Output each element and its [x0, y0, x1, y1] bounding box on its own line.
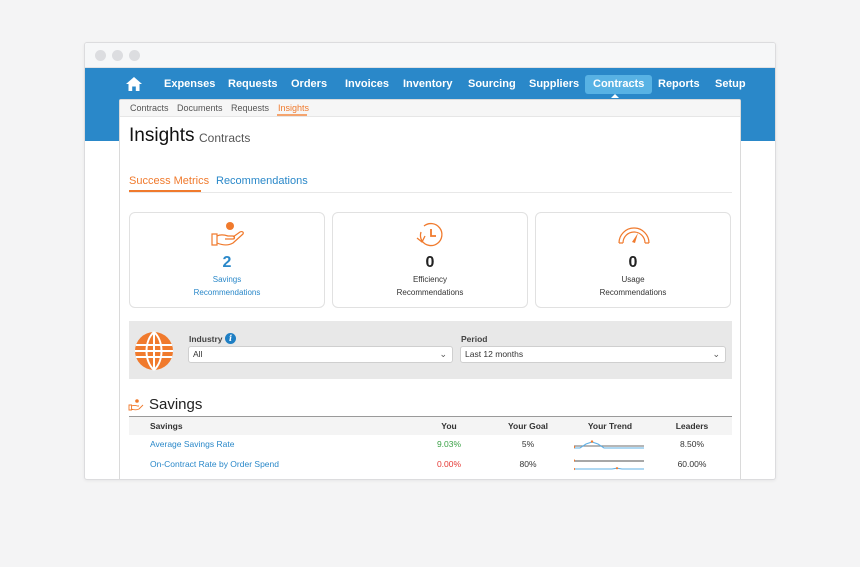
column-header-you: You [441, 421, 457, 431]
trend-line [574, 467, 644, 470]
metric-label: Recommendations [193, 288, 261, 297]
metric-card-savings[interactable]: 2 Savings Recommendations [129, 212, 325, 308]
tab-success-metrics[interactable]: Success Metrics [129, 175, 209, 187]
table-row: On-Contract Rate by Order Spend 0.00% 80… [129, 455, 732, 475]
info-icon[interactable]: i [225, 333, 236, 344]
gauge-icon [618, 227, 650, 244]
filter-bar: Industry i All ⌄ Period Last 12 months ⌄ [129, 321, 732, 379]
trend-sparkline [574, 440, 644, 449]
window-minimize-dot[interactable] [112, 50, 123, 61]
sub-nav: Contracts Documents Requests Insights [120, 100, 740, 117]
clock-refresh-icon [416, 222, 443, 247]
metric-value: 0 [628, 254, 638, 271]
metric-label: Efficiency [412, 275, 448, 284]
active-nav-caret [611, 94, 619, 98]
globe-icon [135, 331, 173, 371]
metric-label: Recommendations [396, 288, 464, 297]
column-header-trend: Your Trend [587, 421, 633, 431]
table-row: Average Savings Rate 9.03% 5% 8.50% [129, 435, 732, 455]
hand-coin-icon [128, 399, 144, 411]
metric-link-on-contract-rate[interactable]: On-Contract Rate by Order Spend [150, 459, 279, 469]
subnav-item-contracts[interactable]: Contracts [130, 103, 169, 113]
nav-item-sourcing[interactable]: Sourcing [460, 75, 524, 94]
metric-label: Recommendations [599, 288, 667, 297]
subnav-item-insights[interactable]: Insights [278, 103, 309, 113]
metric-card-efficiency[interactable]: 0 Efficiency Recommendations [332, 212, 528, 308]
chevron-down-icon: ⌄ [712, 349, 720, 359]
nav-item-requests[interactable]: Requests [220, 75, 286, 94]
period-select[interactable]: Last 12 months ⌄ [460, 346, 726, 363]
active-tab-underline [129, 190, 201, 192]
chevron-down-icon: ⌄ [439, 349, 447, 359]
you-value: 0.00% [436, 459, 462, 469]
column-header-leaders: Leaders [675, 421, 709, 431]
subnav-active-underline [277, 114, 307, 116]
goal-value: 80% [519, 459, 537, 469]
nav-item-orders[interactable]: Orders [283, 75, 335, 94]
nav-item-reports[interactable]: Reports [650, 75, 708, 94]
window-close-dot[interactable] [95, 50, 106, 61]
main-nav: Expenses Requests Orders Invoices Invent… [85, 68, 775, 100]
period-label: Period [461, 334, 488, 344]
window-maximize-dot[interactable] [129, 50, 140, 61]
period-select-value: Last 12 months [465, 349, 524, 359]
tab-recommendations[interactable]: Recommendations [216, 175, 308, 187]
nav-item-contracts[interactable]: Contracts [585, 75, 653, 94]
section-title: Savings [149, 396, 203, 413]
trend-peak-point [590, 440, 594, 443]
page-subtitle: Contracts [199, 131, 251, 145]
metric-link-average-savings-rate[interactable]: Average Savings Rate [150, 439, 234, 449]
nav-item-inventory[interactable]: Inventory [395, 75, 461, 94]
nav-item-suppliers[interactable]: Suppliers [521, 75, 587, 94]
browser-window: Expenses Requests Orders Invoices Invent… [84, 42, 776, 480]
column-header-goal: Your Goal [508, 421, 548, 431]
home-icon[interactable] [126, 77, 142, 91]
content-panel: Contracts Documents Requests Insights In… [119, 99, 741, 479]
window-titlebar [85, 43, 775, 68]
industry-select[interactable]: All ⌄ [188, 346, 453, 363]
page-title: Insights [129, 125, 195, 146]
subnav-item-requests[interactable]: Requests [231, 103, 269, 113]
tab-bar: Success Metrics Recommendations [129, 173, 732, 193]
trend-line [574, 441, 644, 449]
nav-item-expenses[interactable]: Expenses [156, 75, 223, 94]
goal-value: 5% [521, 439, 535, 449]
hand-coin-icon [211, 222, 244, 246]
subnav-item-documents[interactable]: Documents [177, 103, 223, 113]
metric-label: Savings [212, 275, 242, 284]
nav-item-invoices[interactable]: Invoices [337, 75, 397, 94]
trend-mid-point [615, 467, 619, 470]
trend-sparkline [574, 459, 644, 471]
industry-label: Industry [189, 334, 223, 344]
column-header-savings: Savings [150, 421, 183, 431]
leaders-value: 8.50% [679, 439, 705, 449]
you-value: 9.03% [436, 439, 462, 449]
nav-item-setup[interactable]: Setup [707, 75, 754, 94]
metric-value: 2 [222, 254, 232, 271]
metric-value: 0 [425, 254, 435, 271]
leaders-value: 60.00% [677, 459, 707, 469]
trend-start-point [574, 467, 576, 471]
savings-table-header: Savings You Your Goal Your Trend Leaders [129, 417, 732, 435]
metric-label: Usage [621, 275, 645, 284]
industry-select-value: All [193, 349, 203, 359]
metric-card-usage[interactable]: 0 Usage Recommendations [535, 212, 731, 308]
